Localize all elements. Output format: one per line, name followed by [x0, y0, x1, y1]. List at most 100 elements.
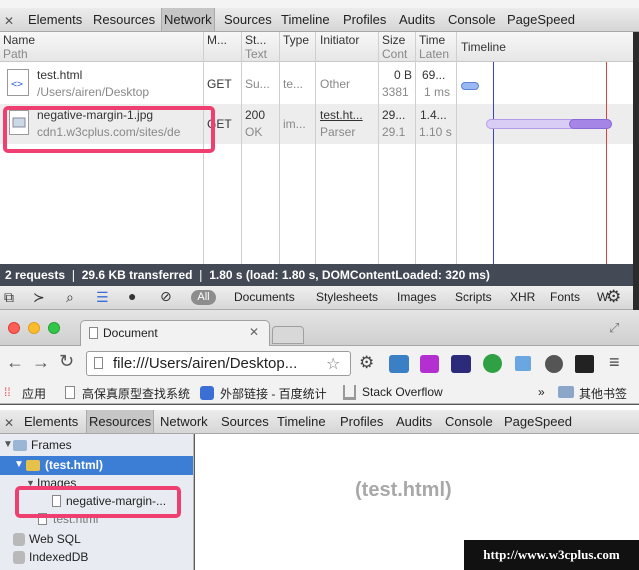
record-icon[interactable]: ●	[128, 288, 136, 304]
zoom-window-button[interactable]	[48, 322, 60, 334]
request-type: im...	[283, 117, 306, 131]
dock-icon[interactable]: ⧉	[4, 289, 14, 306]
col-statustext-header[interactable]: Text	[245, 47, 267, 61]
col-time-header[interactable]: Time	[419, 33, 445, 47]
request-initiator-type: Parser	[320, 125, 356, 139]
tree-frame-test-html: (test.html)	[45, 458, 103, 472]
url-text[interactable]: file:///Users/airen/Desktop...	[113, 355, 297, 372]
tree-web-sql[interactable]: Web SQL	[29, 532, 81, 546]
extension-icon[interactable]	[575, 355, 594, 373]
tree-indexeddb[interactable]: IndexedDB	[29, 550, 88, 564]
tab-pagespeed[interactable]: PageSpeed	[504, 410, 572, 433]
background-strip	[633, 32, 639, 310]
tab-resources[interactable]: Resources	[86, 410, 155, 433]
bookmark-baidu-stats[interactable]: 外部链接 - 百度统计	[220, 385, 327, 402]
list-view-icon[interactable]: ☰	[96, 289, 109, 306]
tab-elements[interactable]: Elements	[24, 410, 78, 433]
bookmark-other[interactable]: 其他书签	[579, 385, 627, 402]
col-content-header[interactable]: Cont	[382, 47, 407, 61]
extension-icon[interactable]	[451, 355, 471, 373]
filter-all-button[interactable]: All	[191, 290, 216, 305]
baidu-icon	[200, 386, 214, 400]
request-name[interactable]: test.html	[37, 68, 82, 82]
search-icon[interactable]: ⌕	[66, 289, 74, 306]
request-initiator-link[interactable]: test.ht...	[320, 108, 363, 122]
tab-console[interactable]: Console	[445, 410, 493, 433]
page-icon	[65, 386, 75, 399]
new-tab-button[interactable]	[272, 326, 304, 344]
extension-icon[interactable]	[483, 354, 502, 373]
tab-timeline[interactable]: Timeline	[277, 410, 326, 433]
filter-images[interactable]: Images	[397, 290, 436, 304]
tab-pagespeed[interactable]: PageSpeed	[507, 8, 575, 31]
reload-icon[interactable]: ↻	[59, 351, 74, 372]
bookmarks-overflow[interactable]: »	[538, 385, 545, 399]
extension-icon[interactable]	[545, 355, 563, 373]
expand-arrow-icon[interactable]: ▼	[14, 459, 24, 470]
bookmark-prototype[interactable]: 高保真原型查找系统	[82, 385, 190, 402]
tab-audits[interactable]: Audits	[399, 8, 435, 31]
menu-icon[interactable]: ≡	[609, 352, 620, 373]
col-initiator-header[interactable]: Initiator	[320, 33, 359, 47]
close-window-button[interactable]	[8, 322, 20, 334]
request-status: 200	[245, 108, 266, 122]
col-name-header[interactable]: Name	[3, 33, 35, 47]
tab-profiles[interactable]: Profiles	[340, 410, 383, 433]
request-method: GET	[207, 77, 232, 91]
close-tab-icon[interactable]: ✕	[249, 325, 259, 339]
filter-xhr[interactable]: XHR	[510, 290, 535, 304]
forward-icon[interactable]: →	[32, 352, 50, 373]
clear-icon[interactable]: ⊘	[160, 288, 172, 305]
extension-icon[interactable]	[420, 355, 439, 373]
tab-network[interactable]: Network	[160, 410, 208, 433]
top-devtools-tabbar: ✕ Elements Resources Network Sources Tim…	[0, 8, 639, 32]
request-content-size: 3381	[382, 85, 409, 99]
col-timeline-header[interactable]: Timeline	[461, 40, 506, 54]
close-icon[interactable]: ✕	[4, 14, 14, 28]
col-status-header[interactable]: St...	[245, 33, 266, 47]
bookmark-apps[interactable]: 应用	[22, 385, 46, 402]
back-icon[interactable]: ←	[6, 352, 24, 373]
filter-documents[interactable]: Documents	[234, 290, 295, 304]
tree-item-selected[interactable]: ▼ (test.html)	[0, 456, 193, 475]
tree-frames[interactable]: Frames	[31, 438, 72, 452]
browser-tab[interactable]: Document ✕	[80, 320, 270, 347]
extension-icon[interactable]	[389, 355, 409, 373]
tab-profiles[interactable]: Profiles	[343, 8, 386, 31]
highlight-box	[3, 106, 215, 153]
filter-scripts[interactable]: Scripts	[455, 290, 492, 304]
gear-icon[interactable]: ⚙	[359, 353, 374, 373]
tab-timeline[interactable]: Timeline	[281, 8, 330, 31]
tab-sources[interactable]: Sources	[224, 8, 272, 31]
star-icon[interactable]: ☆	[326, 354, 340, 374]
col-path-header[interactable]: Path	[3, 47, 28, 61]
address-bar[interactable]: file:///Users/airen/Desktop...	[86, 351, 351, 376]
console-drawer-icon[interactable]: ≻	[33, 289, 45, 306]
col-type-header[interactable]: Type	[283, 33, 309, 47]
title-bar: Document ✕ ⤢	[0, 310, 639, 347]
timeline-bar-receiving	[569, 119, 612, 129]
tab-resources[interactable]: Resources	[93, 8, 155, 31]
database-icon	[13, 551, 25, 564]
network-filter-bar: ⧉ ≻ ⌕ ☰ ● ⊘ All Documents Stylesheets Im…	[0, 286, 633, 310]
filter-stylesheets[interactable]: Stylesheets	[316, 290, 378, 304]
extension-icon[interactable]	[515, 356, 531, 371]
bookmark-stackoverflow[interactable]: Stack Overflow	[362, 385, 443, 399]
tab-audits[interactable]: Audits	[396, 410, 432, 433]
gear-icon[interactable]: ⚙	[606, 287, 621, 307]
request-path: /Users/airen/Desktop	[37, 85, 150, 99]
timeline-bar	[461, 82, 479, 90]
table-row[interactable]: <> test.html /Users/airen/Desktop GET Su…	[0, 64, 633, 104]
filter-fonts[interactable]: Fonts	[550, 290, 580, 304]
col-size-header[interactable]: Size	[382, 33, 405, 47]
expand-arrow-icon[interactable]: ▼	[3, 439, 13, 450]
tab-network[interactable]: Network	[161, 8, 215, 31]
fullscreen-icon[interactable]: ⤢	[609, 320, 619, 336]
close-icon[interactable]: ✕	[4, 416, 14, 430]
tab-sources[interactable]: Sources	[221, 410, 269, 433]
col-latency-header[interactable]: Laten	[419, 47, 449, 61]
minimize-window-button[interactable]	[28, 322, 40, 334]
tab-elements[interactable]: Elements	[28, 8, 82, 31]
tab-console[interactable]: Console	[448, 8, 496, 31]
col-method-header[interactable]: M...	[207, 33, 227, 47]
